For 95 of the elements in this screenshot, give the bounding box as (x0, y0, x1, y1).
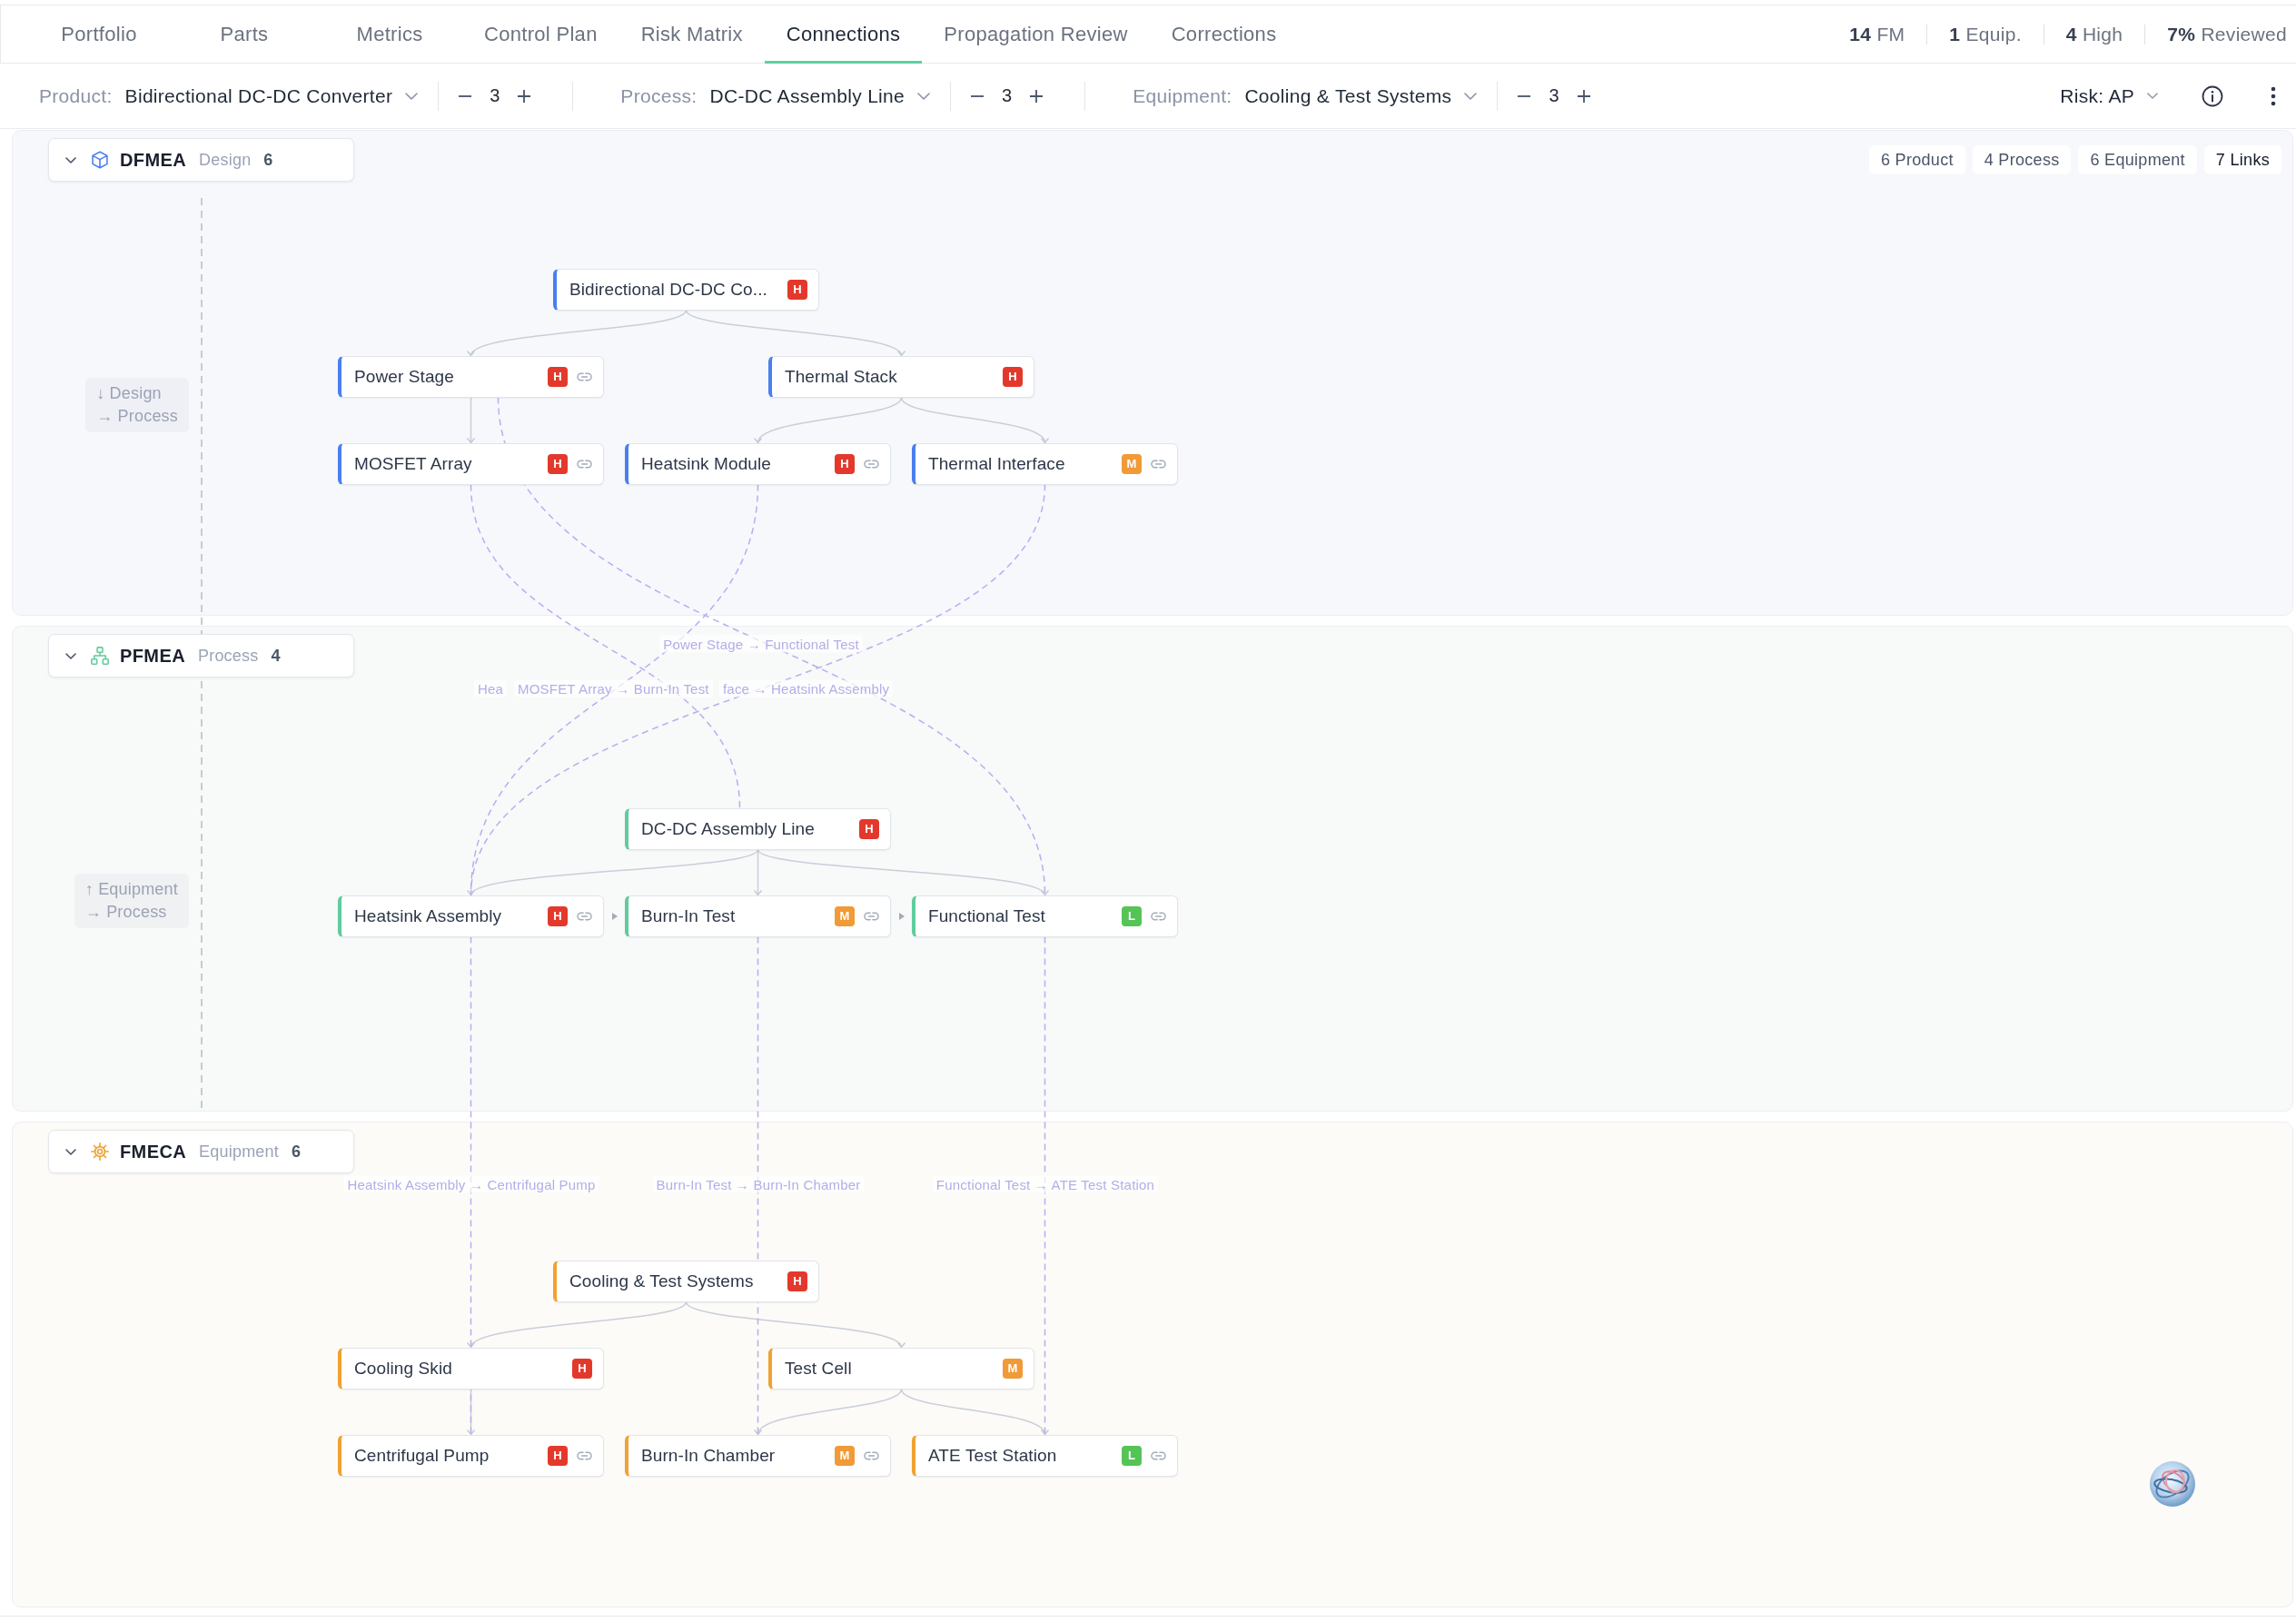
risk-badge: L (1122, 1445, 1142, 1466)
link-label: Functional Test → ATE Test Station (932, 1175, 1159, 1193)
risk-badge: H (835, 453, 855, 474)
tree-node[interactable]: Thermal Stack H (768, 355, 1034, 398)
lane-count: 6 (291, 1142, 301, 1162)
depth-count: 3 (1002, 85, 1013, 106)
risk-badge: H (572, 1358, 592, 1379)
link-label: face → Heatsink Assembly (719, 679, 894, 697)
link-label: Hea (473, 679, 507, 697)
direction-note: ↑ Equipment → Process (74, 874, 189, 928)
tree-node[interactable]: Thermal Interface M (912, 442, 1178, 485)
chevron-down-icon[interactable] (65, 652, 76, 659)
nav-tab[interactable]: Parts (172, 5, 317, 64)
nav-tab[interactable]: Corrections (1149, 5, 1299, 64)
tree-node[interactable]: Bidirectional DC-DC Co... H (553, 268, 819, 311)
filter-dropdown[interactable]: Bidirectional DC-DC Converter (124, 84, 419, 107)
link-label: Burn-In Test → Burn-In Chamber (652, 1175, 865, 1193)
tree-node[interactable]: Heatsink Assembly H (338, 895, 604, 937)
tree-node[interactable]: Power Stage H (338, 355, 604, 398)
minus-icon[interactable] (1518, 94, 1531, 97)
summary-chip[interactable]: 4 Process (1972, 145, 2072, 174)
tree-node[interactable]: Burn-In Test M (625, 895, 891, 937)
lane-count: 6 (263, 150, 273, 170)
lane-subtitle: Equipment (199, 1142, 279, 1162)
lane-subtitle: Process (198, 646, 259, 666)
tree-node[interactable]: ATE Test Station L (912, 1434, 1178, 1477)
chevron-down-icon (1464, 92, 1478, 100)
plus-icon[interactable] (518, 89, 531, 103)
tree-node[interactable]: Heatsink Module H (625, 442, 891, 485)
stat-text: 14 FM (1848, 24, 1906, 45)
risk-badge: H (548, 1445, 568, 1466)
risk-badge: H (1003, 366, 1023, 387)
lane-title: PFMEA (120, 645, 185, 667)
tree-node[interactable]: MOSFET Array H (338, 442, 604, 485)
risk-dropdown[interactable]: Risk: AP (2060, 84, 2158, 107)
risk-badge: M (1003, 1358, 1023, 1379)
nav-tab[interactable]: Risk Matrix (619, 5, 765, 64)
nav-tab[interactable]: Control Plan (462, 5, 619, 64)
risk-badge: H (859, 818, 879, 839)
minus-icon[interactable] (971, 94, 985, 97)
triangle-arrow-icon (898, 912, 905, 920)
risk-badge: H (787, 279, 807, 300)
plus-icon[interactable] (1030, 89, 1044, 103)
risk-badge: H (548, 905, 568, 926)
lane-count: 4 (271, 646, 281, 666)
lane-title: FMECA (120, 1141, 187, 1162)
chevron-down-icon[interactable] (65, 156, 76, 163)
risk-badge: M (1122, 453, 1142, 474)
link-label: MOSFET Array → Burn-In Test (514, 679, 713, 697)
lane-subtitle: Design (199, 150, 252, 170)
more-options-icon[interactable] (2271, 85, 2276, 106)
tree-connector (466, 396, 476, 444)
lane-title: DFMEA (120, 149, 187, 171)
nav-tab[interactable]: Connections (764, 5, 923, 64)
risk-badge: M (835, 1445, 855, 1466)
tree-node[interactable]: Test Cell M (768, 1347, 1034, 1390)
filter-label: Product: (39, 84, 113, 107)
triangle-arrow-icon (611, 912, 618, 920)
info-icon[interactable] (2202, 84, 2223, 107)
filter-label: Process: (620, 84, 698, 107)
tree-node[interactable]: Burn-In Chamber M (625, 1434, 891, 1477)
depth-count: 3 (1549, 85, 1559, 106)
filter-dropdown[interactable]: Cooling & Test Systems (1244, 84, 1478, 107)
summary-chip[interactable]: 6 Equipment (2078, 145, 2197, 174)
tree-node[interactable]: Functional Test L (912, 895, 1178, 937)
stat-text: 1 Equip. (1926, 24, 2044, 45)
summary-chip[interactable]: 6 Product (1869, 145, 1965, 174)
stat-text: 7% Reviewed (2144, 24, 2287, 45)
chevron-down-icon (2147, 93, 2158, 99)
tree-node[interactable]: Cooling & Test Systems H (553, 1260, 819, 1302)
swirl-orb-icon[interactable] (2149, 1460, 2196, 1508)
chevron-down-icon (917, 92, 931, 100)
depth-count: 3 (490, 85, 500, 106)
filter-dropdown[interactable]: DC-DC Assembly Line (709, 84, 931, 107)
stat-text: 4 High (2043, 24, 2145, 45)
plus-icon[interactable] (1577, 89, 1590, 103)
risk-badge: H (548, 453, 568, 474)
tree-node[interactable]: Centrifugal Pump H (338, 1434, 604, 1477)
nav-tab[interactable]: Portfolio (26, 5, 172, 64)
link-label: Power Stage → Functional Test (659, 635, 863, 653)
direction-note: ↓ Design → Process (85, 378, 189, 432)
risk-badge: H (548, 366, 568, 387)
tree-node[interactable]: DC-DC Assembly Line H (625, 807, 891, 850)
risk-badge: L (1122, 905, 1142, 926)
risk-badge: M (835, 905, 855, 926)
nav-tab[interactable]: Propagation Review (922, 5, 1150, 64)
tree-node[interactable]: Cooling Skid H (338, 1347, 604, 1390)
filter-label: Equipment: (1133, 84, 1232, 107)
summary-chip[interactable]: 7 Links (2203, 145, 2281, 174)
link-label: Heatsink Assembly → Centrifugal Pump (343, 1175, 599, 1193)
risk-badge: H (787, 1271, 807, 1291)
minus-icon[interactable] (459, 94, 472, 97)
nav-tab[interactable]: Metrics (317, 5, 462, 64)
chevron-down-icon (405, 92, 419, 100)
chevron-down-icon[interactable] (65, 1148, 76, 1155)
